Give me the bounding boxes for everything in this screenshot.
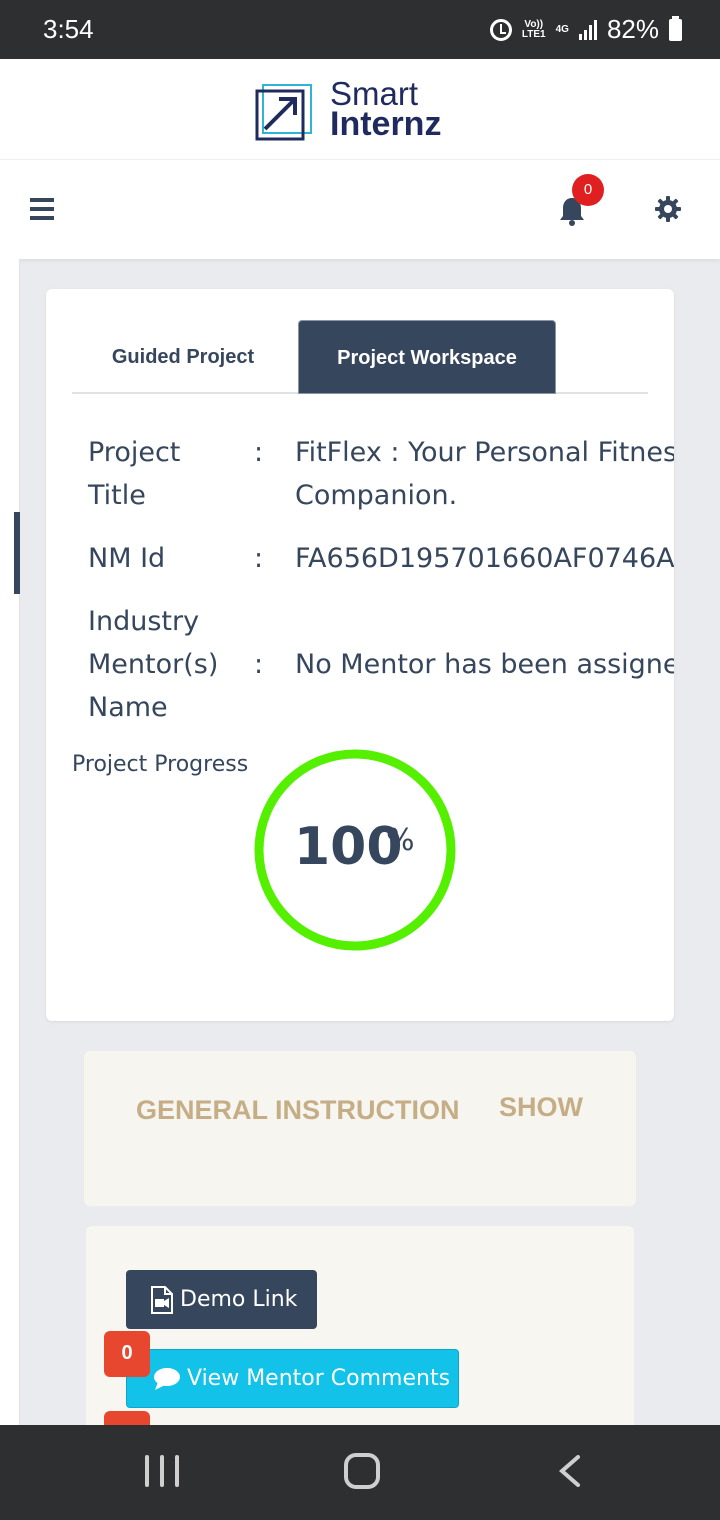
mentor-comments-count-badge: 0 <box>104 1331 150 1377</box>
next-item-badge <box>104 1411 150 1425</box>
project-title-value-2: Companion. <box>295 480 458 511</box>
mentor-label-3: Name <box>88 692 168 723</box>
view-mentor-comments-label: View Mentor Comments <box>187 1366 451 1391</box>
alarm-icon <box>489 18 512 41</box>
progress-unit: % <box>386 823 415 858</box>
home-icon[interactable] <box>344 1453 380 1489</box>
project-title-value-1: FitFlex : Your Personal Fitness <box>295 437 674 468</box>
volte-indicator: Vo)) LTE1 <box>521 19 546 40</box>
status-time: 3:54 <box>43 14 94 44</box>
video-file-icon <box>151 1285 173 1314</box>
smartinternz-logo-icon <box>255 84 312 141</box>
mentor-label-2: Mentor(s) <box>88 649 219 680</box>
demo-link-button[interactable]: Demo Link <box>126 1270 317 1329</box>
side-drawer-edge <box>0 259 20 1425</box>
general-instruction-panel: GENERAL INSTRUCTION SHOW <box>84 1051 636 1206</box>
nm-id-label: NM Id <box>88 543 166 574</box>
brand-name: Smart Internz <box>330 77 442 143</box>
network-type: 4G <box>555 23 569 35</box>
signal-icon <box>578 19 597 40</box>
separator: : <box>254 543 264 574</box>
separator: : <box>254 437 264 468</box>
progress-label: Project Progress <box>72 752 249 777</box>
mentor-label-1: Industry <box>88 606 200 637</box>
hamburger-icon[interactable] <box>30 198 54 220</box>
show-instructions-button[interactable]: SHOW <box>499 1092 583 1123</box>
back-icon[interactable] <box>556 1455 586 1487</box>
project-card: Guided Project Project Workspace Project… <box>46 289 674 1021</box>
top-nav-bar <box>0 159 720 259</box>
demo-link-label: Demo Link <box>180 1287 298 1312</box>
gear-icon[interactable] <box>654 195 682 223</box>
battery-percent: 82% <box>606 14 659 44</box>
comment-icon <box>154 1367 180 1390</box>
nm-id-value: FA656D195701660AF0746A918 <box>295 543 674 574</box>
tab-project-workspace[interactable]: Project Workspace <box>298 320 556 394</box>
status-icons: Vo)) LTE1 4G 82% <box>489 14 682 45</box>
lte-label: LTE1 <box>521 28 546 40</box>
logo-header: Smart Internz <box>0 59 720 159</box>
recent-apps-icon[interactable] <box>145 1455 179 1487</box>
tab-guided-project[interactable]: Guided Project <box>72 320 294 394</box>
actions-panel <box>86 1226 634 1446</box>
status-bar: 3:54 Vo)) LTE1 4G 82% <box>0 0 720 59</box>
system-navigation-bar <box>0 1425 720 1520</box>
project-title-label-1: Project <box>88 437 181 468</box>
separator: : <box>254 649 264 680</box>
mentor-value: No Mentor has been assigned <box>295 649 674 680</box>
notification-badge: 0 <box>572 174 604 206</box>
project-tabs: Guided Project Project Workspace <box>72 320 648 394</box>
view-mentor-comments-button[interactable]: View Mentor Comments <box>126 1349 459 1408</box>
side-drawer-handle[interactable] <box>14 512 20 594</box>
general-instruction-title: GENERAL INSTRUCTION <box>136 1095 460 1125</box>
brand-line-2: Internz <box>330 105 442 143</box>
battery-icon <box>669 15 682 41</box>
project-title-label-2: Title <box>88 480 146 511</box>
